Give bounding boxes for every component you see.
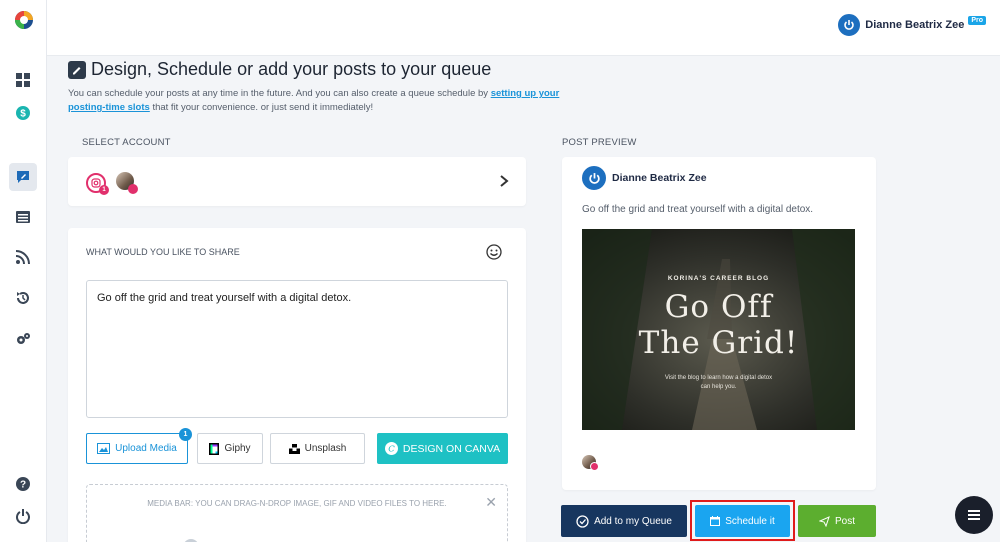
page-subtitle: You can schedule your posts at any time … xyxy=(68,87,588,115)
user-name: Dianne Beatrix Zee xyxy=(865,19,965,31)
svg-text:?: ? xyxy=(20,480,26,491)
giphy-button[interactable]: Giphy xyxy=(197,433,263,464)
svg-text:C: C xyxy=(388,445,395,455)
instagram-icon xyxy=(590,462,599,471)
avatar xyxy=(582,166,606,190)
subtitle-text-end: that fit your convenience. or just send … xyxy=(149,102,374,113)
sidebar-item-history[interactable] xyxy=(9,284,37,312)
caption-line-2: can help you. xyxy=(700,384,737,390)
grid-icon xyxy=(16,73,30,87)
post-preview-label: POST PREVIEW xyxy=(562,137,637,148)
emoji-icon[interactable] xyxy=(486,244,502,260)
giphy-label: Giphy xyxy=(224,443,251,454)
preview-user: Dianne Beatrix Zee xyxy=(582,166,707,190)
compose-icon xyxy=(68,60,86,79)
queue-icon xyxy=(576,514,589,528)
sidebar-item-settings[interactable] xyxy=(9,325,37,353)
instagram-icon xyxy=(128,184,138,194)
caption-line-1: Visit the blog to learn how a digital de… xyxy=(664,375,773,381)
select-account-label: SELECT ACCOUNT xyxy=(82,137,171,148)
composer-label: WHAT WOULD YOU LIKE TO SHARE xyxy=(86,247,240,257)
user-menu[interactable]: Dianne Beatrix Zee Pro xyxy=(838,14,986,36)
upload-count-badge: 1 xyxy=(179,428,192,441)
unsplash-icon xyxy=(288,443,300,454)
app-logo[interactable] xyxy=(12,8,36,32)
preview-headline: Go Off The Grid! xyxy=(582,289,855,361)
power-logo-icon xyxy=(844,20,855,30)
send-icon xyxy=(818,515,830,527)
account-selector[interactable]: 1 xyxy=(68,157,526,206)
sidebar-item-dashboard[interactable] xyxy=(9,66,37,94)
top-bar: Dianne Beatrix Zee Pro xyxy=(47,0,1000,56)
unsplash-label: Unsplash xyxy=(304,443,347,454)
sidebar-item-billing[interactable]: $ xyxy=(9,99,37,127)
post-label: Post xyxy=(834,515,855,527)
list-icon xyxy=(16,211,30,223)
headline-line-1: Go Off xyxy=(664,289,773,325)
media-bar-text: MEDIA BAR: YOU CAN DRAG-N-DROP IMAGE, GI… xyxy=(147,499,447,508)
help-icon: ? xyxy=(16,477,30,491)
canva-icon: C xyxy=(384,442,398,455)
headline-line-2: The Grid! xyxy=(638,325,799,361)
page-title: Design, Schedule or add your posts to yo… xyxy=(68,59,491,80)
dollar-icon: $ xyxy=(16,106,30,120)
add-to-queue-label: Add to my Queue xyxy=(594,515,672,527)
sidebar-item-feeds[interactable] xyxy=(9,243,37,271)
power-icon xyxy=(16,509,30,524)
compose-icon xyxy=(17,171,29,183)
preview-image: KORINA'S CAREER BLOG Go Off The Grid! Vi… xyxy=(582,229,855,430)
post-button[interactable]: Post xyxy=(798,505,876,537)
preview-caption: Visit the blog to learn how a digital de… xyxy=(582,374,855,392)
sidebar-item-queue[interactable] xyxy=(9,203,37,231)
canva-label: DESIGN ON CANVA xyxy=(402,442,501,455)
sidebar-item-logout[interactable] xyxy=(9,502,37,530)
post-preview-card: Dianne Beatrix Zee Go off the grid and t… xyxy=(562,157,876,490)
plan-badge: Pro xyxy=(968,16,986,25)
unsplash-button[interactable]: Unsplash xyxy=(270,433,365,464)
chevron-right-icon[interactable] xyxy=(498,174,510,188)
history-icon xyxy=(17,292,29,304)
preview-user-name: Dianne Beatrix Zee xyxy=(612,172,707,184)
image-icon xyxy=(97,443,111,454)
add-to-queue-button[interactable]: Add to my Queue xyxy=(561,505,687,537)
sidebar: $ ? xyxy=(0,0,47,542)
page-title-text: Design, Schedule or add your posts to yo… xyxy=(91,59,492,79)
gears-icon xyxy=(17,333,30,344)
menu-icon xyxy=(968,510,980,520)
svg-text:$: $ xyxy=(20,109,26,120)
media-drop-zone[interactable]: MEDIA BAR: YOU CAN DRAG-N-DROP IMAGE, GI… xyxy=(86,484,508,542)
design-on-canva-button[interactable]: C DESIGN ON CANVA xyxy=(377,433,508,464)
power-logo-icon xyxy=(588,172,600,184)
preview-text: Go off the grid and treat yourself with … xyxy=(582,204,814,215)
upload-media-label: Upload Media xyxy=(115,443,177,454)
composer-card: WHAT WOULD YOU LIKE TO SHARE Go off the … xyxy=(68,228,526,542)
menu-fab[interactable] xyxy=(955,496,993,534)
post-text-input[interactable]: Go off the grid and treat yourself with … xyxy=(86,280,508,418)
rss-icon xyxy=(15,250,30,265)
subtitle-text: You can schedule your posts at any time … xyxy=(68,88,491,99)
account-count-badge: 1 xyxy=(99,185,109,195)
sidebar-item-compose[interactable] xyxy=(9,163,37,191)
upload-media-button[interactable]: Upload Media 1 xyxy=(86,428,192,464)
close-icon[interactable]: ✕ xyxy=(485,494,497,511)
schedule-highlight-box xyxy=(690,500,795,541)
avatar xyxy=(838,14,861,36)
preview-blog-name: KORINA'S CAREER BLOG xyxy=(667,275,770,282)
sidebar-item-help[interactable]: ? xyxy=(9,470,37,498)
giphy-icon xyxy=(209,442,220,455)
